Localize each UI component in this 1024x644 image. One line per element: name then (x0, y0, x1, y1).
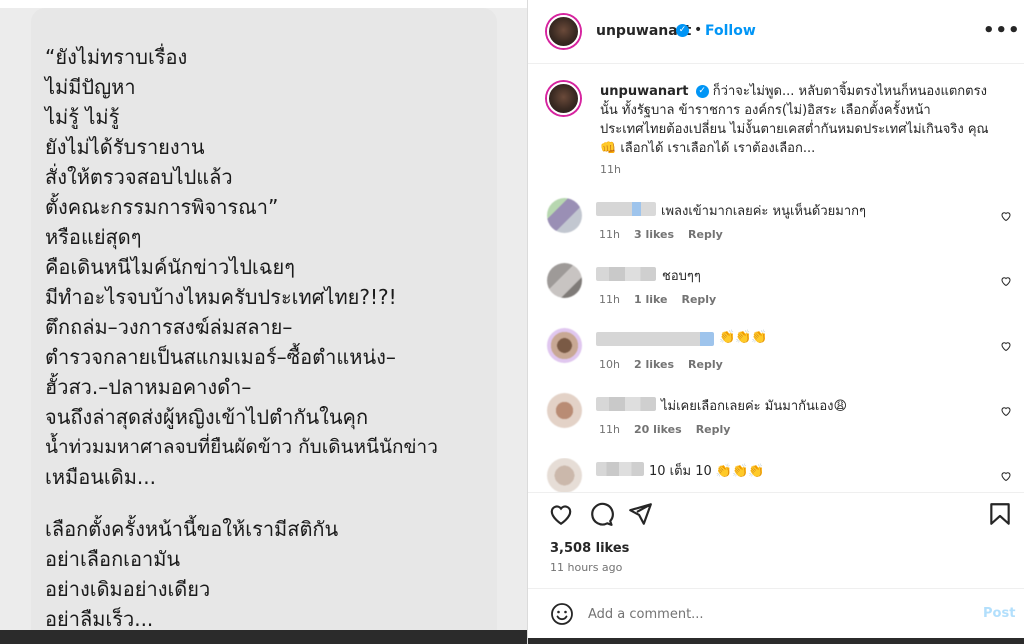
image-line: ตั้งคณะกรรมการพิจารณา” (45, 195, 279, 219)
post-comment-button[interactable]: Post (983, 606, 1015, 621)
emoji-icon[interactable] (550, 602, 574, 626)
comment-username-blurred[interactable] (596, 267, 656, 281)
bookmark-icon[interactable] (987, 501, 1013, 527)
comment-item: ไม่เคยเลือกเลยค่ะ มันมากันเอง😩 11h 20 lik… (528, 393, 1024, 453)
heart-icon[interactable] (1000, 470, 1012, 482)
comment-likes[interactable]: 2 likes (634, 358, 674, 371)
heart-icon[interactable] (1000, 210, 1012, 222)
image-line: ไม่รู้ ไม่รู้ (45, 105, 120, 129)
image-line: เลือกตั้งครั้งหน้านี้ขอให้เรามีสติกัน (45, 517, 339, 541)
comment-meta: 11h 1 like Reply (599, 293, 730, 306)
heart-icon[interactable] (1000, 405, 1012, 417)
comment-meta: 11h 20 likes Reply (599, 423, 744, 436)
image-line: ฮั้วสว.–ปลาหมอคางดำ– (45, 375, 252, 399)
separator-dot: • (694, 22, 703, 38)
image-line: “ยังไม่ทราบเรื่อง (45, 45, 188, 69)
comment-avatar[interactable] (547, 393, 582, 428)
image-line: อย่าเลือกเอามัน (45, 547, 181, 571)
image-line: สั่งให้ตรวจสอบไปแล้ว (45, 165, 233, 189)
comment-username-blurred[interactable] (596, 462, 644, 476)
verified-badge-icon: ✓ (676, 24, 689, 37)
comment-item: 10 เต็ม 10 👏👏👏 (528, 458, 1024, 492)
heart-icon[interactable] (1000, 275, 1012, 287)
media-bottom-strip (0, 630, 527, 644)
comment-likes[interactable]: 1 like (634, 293, 668, 306)
caption-username[interactable]: unpuwanart (600, 84, 689, 99)
image-line: ไม่มีปัญหา (45, 75, 136, 99)
comment-avatar[interactable] (547, 198, 582, 233)
image-line: ตำรวจกลายเป็นสแกมเมอร์–ซื้อตำแหน่ง– (45, 345, 396, 369)
follow-button[interactable]: Follow (705, 23, 756, 39)
post-side-panel: unpuwanart ✓ • Follow ••• unpuwanart ✓ ก… (527, 0, 1024, 644)
image-line: มีทำอะไรจบบ้างไหมครับประเทศไทย?!?! (45, 285, 397, 309)
comment-item: 👏👏👏 10h 2 likes Reply (528, 328, 1024, 388)
comment-username-blurred[interactable] (596, 332, 714, 346)
comment-meta: 11h 3 likes Reply (599, 228, 737, 241)
comment-likes[interactable]: 20 likes (634, 423, 682, 436)
image-line: จนถึงล่าสุดส่งผู้หญิงเข้าไปตำกันในคุก (45, 405, 369, 429)
reply-button[interactable]: Reply (688, 228, 723, 241)
comment-time: 11h (599, 423, 620, 436)
comment-input[interactable] (588, 603, 968, 625)
comment-avatar[interactable] (547, 328, 582, 363)
panel-bottom-strip (528, 638, 1024, 644)
comment-time: 10h (599, 358, 620, 371)
send-icon[interactable] (627, 501, 653, 527)
comment-username-blurred[interactable] (596, 397, 656, 411)
comment-text: ไม่เคยเลือกเลยค่ะ มันมากันเอง😩 (661, 399, 848, 414)
post-timestamp: 11 hours ago (550, 561, 623, 574)
comment-item: ชอบๆๆ 11h 1 like Reply (528, 263, 1024, 323)
comment-avatar[interactable] (547, 458, 582, 492)
heart-icon[interactable] (1000, 340, 1012, 352)
image-line: คือเดินหนีไมค์นักข่าวไปเฉยๆ (45, 255, 295, 279)
comment-text: 👏👏👏 (719, 330, 768, 345)
comment-avatar[interactable] (547, 263, 582, 298)
post-image-text: “ยังไม่ทราบเรื่อง ไม่มีปัญหา ไม่รู้ ไม่ร… (45, 42, 485, 634)
likes-count[interactable]: 3,508 likes (550, 541, 629, 556)
post-media-area: “ยังไม่ทราบเรื่อง ไม่มีปัญหา ไม่รู้ ไม่ร… (0, 0, 527, 644)
more-options-icon[interactable]: ••• (983, 20, 1021, 41)
post-action-bar (528, 492, 1024, 532)
image-line: ตึกถล่ม–วงการสงฆ์ล่มสลาย– (45, 315, 293, 339)
reply-button[interactable]: Reply (688, 358, 723, 371)
caption-text: unpuwanart ✓ ก็ว่าจะไม่พูด... หลับตาจิ้ม… (600, 82, 995, 158)
reply-button[interactable]: Reply (681, 293, 716, 306)
comment-likes[interactable]: 3 likes (634, 228, 674, 241)
image-line: ยังไม่ได้รับรายงาน (45, 135, 205, 159)
comment-text: ชอบๆๆ (662, 269, 701, 284)
comment-item: เพลงเข้ามากเลยค่ะ หนูเห็นด้วยมากๆ 11h 3 l… (528, 198, 1024, 258)
reply-button[interactable]: Reply (696, 423, 731, 436)
caption-avatar[interactable] (547, 82, 580, 115)
comment-time: 11h (599, 228, 620, 241)
comment-meta: 10h 2 likes Reply (599, 358, 737, 371)
heart-icon[interactable] (548, 501, 574, 527)
caption-timestamp: 11h (600, 163, 621, 176)
verified-badge-icon: ✓ (695, 85, 709, 98)
comment-username-blurred[interactable] (596, 202, 656, 216)
comment-text: เพลงเข้ามากเลยค่ะ หนูเห็นด้วยมากๆ (661, 204, 866, 219)
image-line: น้ำท่วมมหาศาลจบที่ยืนผัดข้าว กับเดินหนีน… (45, 436, 438, 458)
comment-text: 10 เต็ม 10 👏👏👏 (649, 464, 765, 479)
image-line: อย่างเดิมอย่างเดียว (45, 577, 211, 601)
image-line: เหมือนเดิม... (45, 465, 156, 489)
comment-icon[interactable] (588, 501, 614, 527)
comment-time: 11h (599, 293, 620, 306)
author-avatar[interactable] (547, 15, 580, 48)
media-top-strip (0, 0, 527, 8)
post-header: unpuwanart ✓ • Follow ••• (528, 0, 1024, 64)
add-comment-bar: Post (528, 588, 1024, 640)
image-line: หรือแย่สุดๆ (45, 225, 142, 249)
